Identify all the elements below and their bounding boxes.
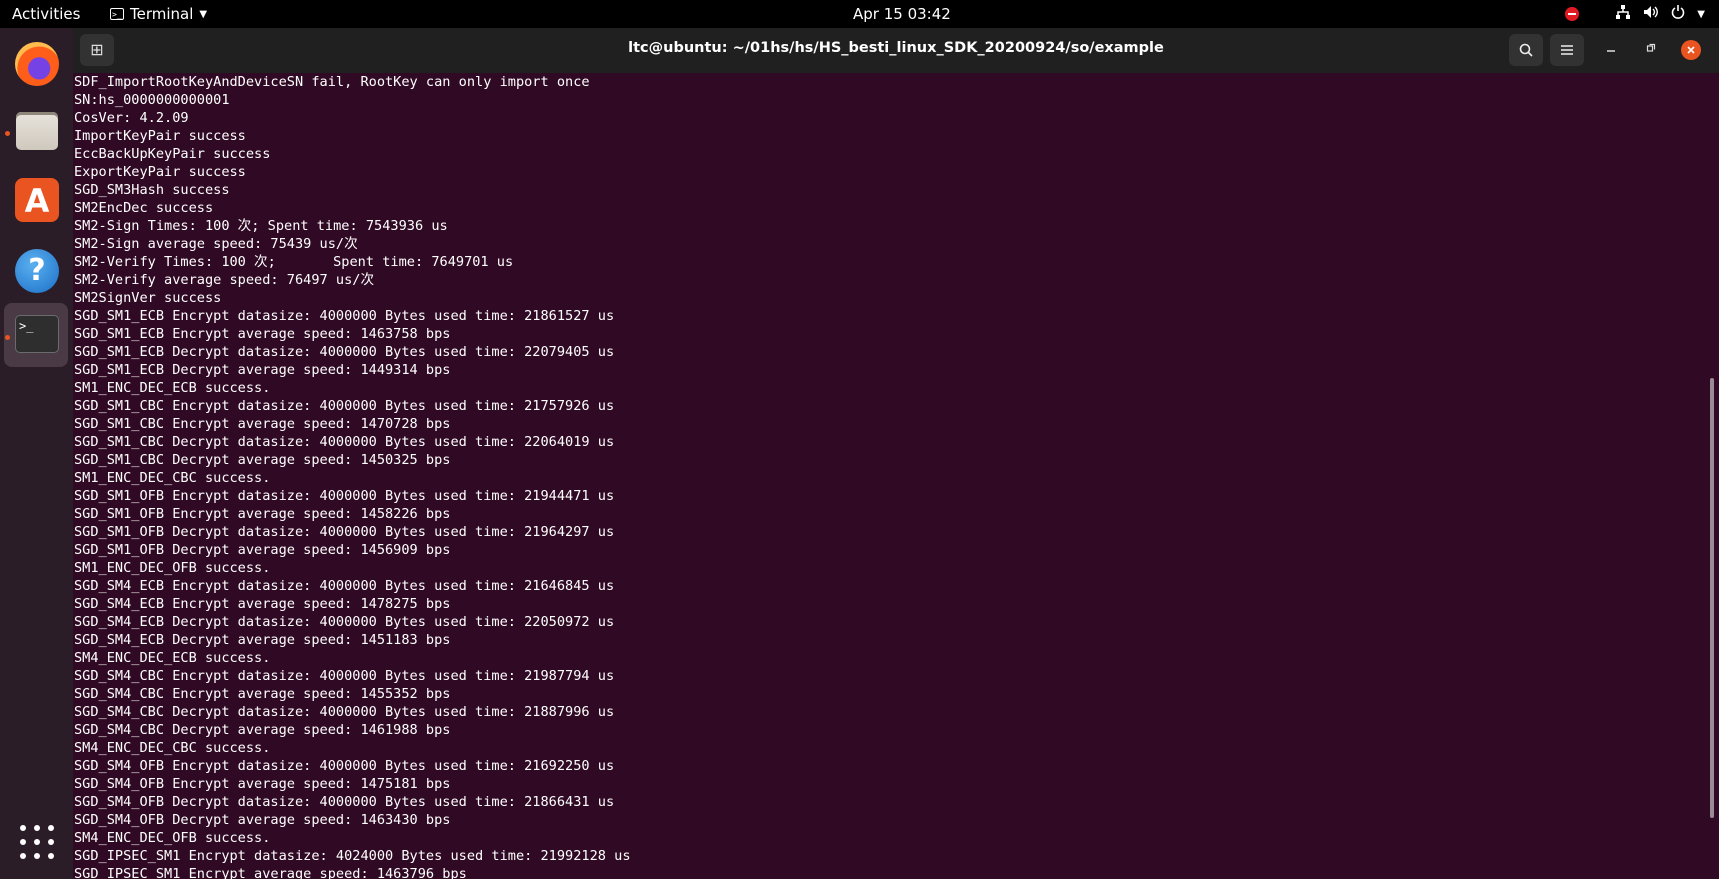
network-icon[interactable]: [1615, 5, 1631, 23]
terminal-line: SM2-Sign average speed: 75439 us/次: [74, 236, 358, 252]
dock-item-files[interactable]: [10, 104, 64, 158]
menu-button[interactable]: [1550, 34, 1584, 66]
terminal-line: SGD_SM1_OFB Encrypt datasize: 4000000 By…: [74, 488, 615, 504]
terminal-line: SGD_SM1_ECB Encrypt average speed: 14637…: [74, 326, 451, 342]
terminal-icon: >_: [15, 315, 59, 353]
app-menu[interactable]: >_ Terminal ▼: [110, 5, 207, 23]
chevron-down-icon[interactable]: ▼: [1697, 9, 1705, 20]
firefox-icon: [15, 42, 59, 86]
terminal-line: EccBackUpKeyPair success: [74, 146, 271, 162]
system-tray[interactable]: ▼: [1565, 5, 1705, 23]
dock-item-firefox[interactable]: [10, 37, 64, 91]
terminal-line: SM1_ENC_DEC_ECB success.: [74, 380, 271, 396]
software-icon: A: [15, 178, 59, 222]
top-bar: Activities >_ Terminal ▼ Apr 15 03:42 ▼: [0, 0, 1719, 28]
terminal-line: SM4_ENC_DEC_ECB success.: [74, 650, 271, 666]
terminal-line: SGD_SM4_ECB Decrypt datasize: 4000000 By…: [74, 614, 615, 630]
terminal-line: SGD_SM4_OFB Decrypt average speed: 14634…: [74, 812, 451, 828]
terminal-line: SGD_SM4_CBC Encrypt average speed: 14553…: [74, 686, 451, 702]
activities-button[interactable]: Activities: [12, 5, 80, 23]
terminal-line: SGD_SM4_OFB Decrypt datasize: 4000000 By…: [74, 794, 615, 810]
restore-icon: [1646, 43, 1656, 52]
terminal-line: SGD_SM1_CBC Encrypt average speed: 14707…: [74, 416, 451, 432]
help-icon: ?: [15, 249, 59, 293]
terminal-line: SGD_SM4_CBC Encrypt datasize: 4000000 By…: [74, 668, 615, 684]
terminal-line: SGD_SM1_CBC Encrypt datasize: 4000000 By…: [74, 398, 615, 414]
terminal-line: SM2-Sign Times: 100 次; Spent time: 75439…: [74, 218, 448, 234]
terminal-line: SN:hs_0000000000001: [74, 92, 230, 108]
terminal-line: CosVer: 4.2.09: [74, 110, 189, 126]
window-title: ltc@ubuntu: ~/01hs/hs/HS_besti_linux_SDK…: [628, 40, 1164, 56]
terminal-line: SGD_IPSEC_SM1 Encrypt average speed: 146…: [74, 866, 467, 879]
volume-icon[interactable]: [1643, 5, 1659, 23]
terminal-line: SM4_ENC_DEC_CBC success.: [74, 740, 271, 756]
dock-item-terminal[interactable]: >_: [10, 309, 64, 363]
terminal-line: SDF_ImportRootKeyAndDeviceSN fail, RootK…: [74, 74, 590, 90]
terminal-line: ExportKeyPair success: [74, 164, 246, 180]
hamburger-icon: [1561, 45, 1573, 55]
do-not-disturb-icon[interactable]: [1565, 7, 1580, 21]
maximize-button[interactable]: [1641, 40, 1661, 60]
header-bar: ⊞ ltc@ubuntu: ~/01hs/hs/HS_besti_linux_S…: [73, 28, 1719, 73]
terminal-line: SGD_SM4_OFB Encrypt average speed: 14751…: [74, 776, 451, 792]
terminal-line: SM2SignVer success: [74, 290, 222, 306]
search-button[interactable]: [1509, 34, 1543, 66]
terminal-line: ImportKeyPair success: [74, 128, 246, 144]
show-apps-icon[interactable]: [20, 825, 54, 859]
terminal-line: SM1_ENC_DEC_OFB success.: [74, 560, 271, 576]
dock-item-help[interactable]: ?: [10, 244, 64, 298]
terminal-line: SGD_SM1_CBC Decrypt datasize: 4000000 By…: [74, 434, 615, 450]
terminal-line: SGD_SM1_OFB Encrypt average speed: 14582…: [74, 506, 451, 522]
minimize-icon: [1607, 50, 1615, 52]
terminal-line: SGD_SM4_ECB Encrypt average speed: 14782…: [74, 596, 451, 612]
terminal-line: SGD_SM1_OFB Decrypt datasize: 4000000 By…: [74, 524, 615, 540]
clock[interactable]: Apr 15 03:42: [853, 5, 951, 23]
chevron-down-icon: ▼: [199, 8, 208, 20]
terminal-line: SGD_SM4_ECB Encrypt datasize: 4000000 By…: [74, 578, 615, 594]
terminal-line: SM4_ENC_DEC_OFB success.: [74, 830, 271, 846]
terminal-line: SM2-Verify Times: 100 次; Spent time: 764…: [74, 254, 514, 270]
app-menu-label: Terminal: [130, 5, 194, 23]
dock-item-software[interactable]: A: [10, 174, 64, 228]
terminal-line: SM2-Verify average speed: 76497 us/次: [74, 272, 375, 288]
dock: A ? >_: [0, 28, 73, 879]
power-icon[interactable]: [1671, 5, 1685, 23]
terminal-text: SDF_ImportRootKeyAndDeviceSN fail, RootK…: [74, 73, 631, 879]
terminal-line: SGD_SM1_OFB Decrypt average speed: 14569…: [74, 542, 451, 558]
close-button[interactable]: [1681, 40, 1701, 60]
minimize-button[interactable]: [1601, 40, 1621, 60]
terminal-line: SM2EncDec success: [74, 200, 214, 216]
terminal-line: SGD_SM4_OFB Encrypt datasize: 4000000 By…: [74, 758, 615, 774]
terminal-line: SGD_IPSEC_SM1 Encrypt datasize: 4024000 …: [74, 848, 631, 864]
close-icon: [1687, 46, 1695, 54]
search-icon: [1519, 43, 1533, 57]
terminal-output[interactable]: SDF_ImportRootKeyAndDeviceSN fail, RootK…: [73, 73, 1703, 879]
scrollbar-thumb[interactable]: [1710, 378, 1714, 818]
terminal-app-icon: >_: [110, 8, 124, 20]
files-icon: [16, 112, 58, 150]
terminal-window: ⊞ ltc@ubuntu: ~/01hs/hs/HS_besti_linux_S…: [73, 28, 1719, 879]
scrollbar[interactable]: [1705, 73, 1719, 879]
terminal-line: SGD_SM4_ECB Decrypt average speed: 14511…: [74, 632, 451, 648]
terminal-line: SGD_SM1_ECB Encrypt datasize: 4000000 By…: [74, 308, 615, 324]
terminal-line: SGD_SM4_CBC Decrypt datasize: 4000000 By…: [74, 704, 615, 720]
terminal-line: SGD_SM3Hash success: [74, 182, 230, 198]
terminal-line: SGD_SM1_ECB Decrypt average speed: 14493…: [74, 362, 451, 378]
terminal-line: SGD_SM1_CBC Decrypt average speed: 14503…: [74, 452, 451, 468]
terminal-line: SM1_ENC_DEC_CBC success.: [74, 470, 271, 486]
terminal-line: SGD_SM1_ECB Decrypt datasize: 4000000 By…: [74, 344, 615, 360]
terminal-line: SGD_SM4_CBC Decrypt average speed: 14619…: [74, 722, 451, 738]
